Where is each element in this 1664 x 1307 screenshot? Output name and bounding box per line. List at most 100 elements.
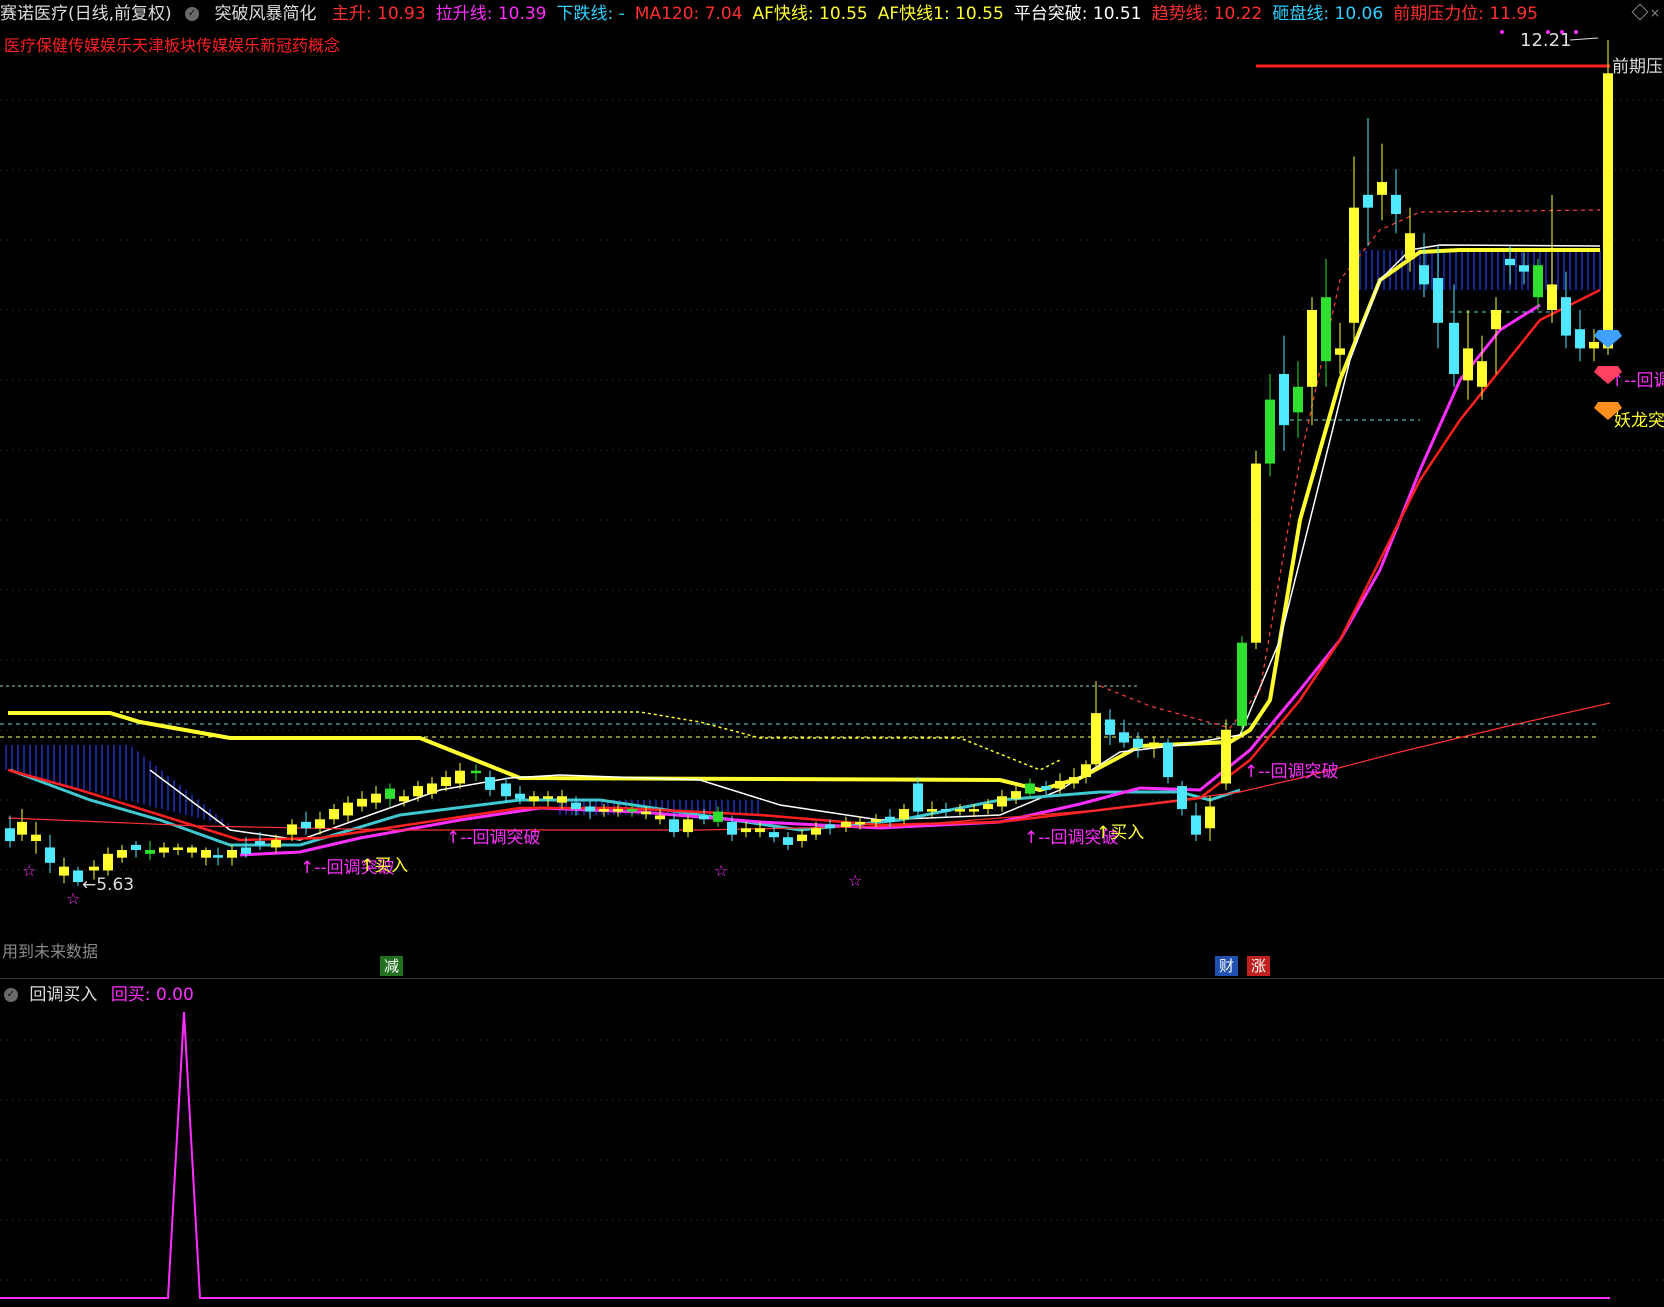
metric-5: AF快线1: 10.55 xyxy=(877,4,1004,24)
candle-body xyxy=(1251,463,1261,643)
metric-2: 下跌线: - xyxy=(556,4,625,24)
chart-header: 赛诺医疗(日线,前复权) ✓ 突破风暴简化 主升: 10.93 拉升线: 10.3… xyxy=(0,0,1664,28)
high-price-label: 12.21 xyxy=(1520,30,1572,51)
candle-body xyxy=(613,809,623,812)
tag-jian[interactable]: 减 xyxy=(380,956,404,976)
indicator-toggle-icon[interactable]: ✓ xyxy=(185,7,200,21)
sub-indicator-value: 回买: 0.00 xyxy=(110,985,194,1005)
candle-body xyxy=(1449,322,1459,374)
candle-body xyxy=(427,783,437,794)
candle-body xyxy=(913,783,923,812)
candle-body xyxy=(315,819,325,829)
candle-body xyxy=(31,834,41,842)
candle-body xyxy=(89,866,99,871)
candle-body xyxy=(5,828,15,842)
candle-body xyxy=(117,850,127,858)
candle-body xyxy=(1279,373,1289,426)
candle-body xyxy=(1391,194,1401,215)
candle-body xyxy=(1405,233,1415,259)
metric-3: MA120: 7.04 xyxy=(634,4,743,24)
candle-body xyxy=(357,798,367,807)
candle-body xyxy=(1221,729,1231,784)
candle-body xyxy=(1265,399,1275,464)
magenta-line xyxy=(239,303,1541,857)
candle-body xyxy=(769,832,779,838)
candle-body xyxy=(441,777,451,787)
candle-body xyxy=(899,809,909,820)
signal-dot xyxy=(1546,30,1550,34)
candle-body xyxy=(1307,310,1317,387)
candle-body xyxy=(797,834,807,842)
candle-body xyxy=(1463,348,1473,381)
candle-body xyxy=(173,847,183,851)
demon-dragon-label: 妖龙突 xyxy=(1614,411,1664,431)
candle-body xyxy=(159,847,169,853)
candle-body xyxy=(399,796,409,802)
tag-zhang[interactable]: 涨 xyxy=(1247,956,1271,976)
candle-body xyxy=(271,839,281,848)
candle-body xyxy=(1491,310,1501,330)
metric-6: 平台突破: 10.51 xyxy=(1013,4,1142,24)
main-price-chart[interactable]: 12.21前期压←5.63↑--回调突破↑--回调突破 ↑--回调突破↑--回调突… xyxy=(0,0,1664,978)
candle-body xyxy=(1191,815,1201,835)
candle-body xyxy=(1505,258,1515,266)
candle-body xyxy=(585,806,595,812)
candle-body xyxy=(1205,806,1215,829)
star-marker-3: ☆ xyxy=(848,871,862,890)
sub-indicator-name[interactable]: 回调买入 xyxy=(29,985,97,1005)
candle-body xyxy=(1293,386,1303,413)
candle-body xyxy=(755,828,765,833)
candle-body xyxy=(455,770,465,784)
candle-body xyxy=(213,855,223,858)
candle-body xyxy=(529,796,539,802)
candle-body xyxy=(641,811,651,815)
buy-label-2: ↑买入 xyxy=(1096,823,1144,843)
signal-dot xyxy=(1560,30,1564,34)
candle-body xyxy=(1603,73,1613,349)
candle-body xyxy=(1011,791,1021,799)
candle-body xyxy=(571,802,581,810)
candle-body xyxy=(1041,786,1051,790)
ma120-line xyxy=(7,702,1611,831)
candle-body xyxy=(885,816,895,822)
candle-body xyxy=(1335,348,1345,355)
pullback-buy-signal-line xyxy=(0,1011,1610,1299)
candle-body xyxy=(811,828,821,835)
pressure-label: 前期压 xyxy=(1612,57,1663,77)
candle-body xyxy=(187,847,197,853)
candle-body xyxy=(741,828,751,833)
candle-body xyxy=(1433,278,1443,323)
candle-body xyxy=(343,802,353,816)
candle-body xyxy=(825,824,835,829)
sub-indicator-chart[interactable] xyxy=(0,980,1664,1307)
yellow-dotted-line xyxy=(120,711,1061,771)
candle-body xyxy=(669,819,679,833)
candle-body xyxy=(997,796,1007,807)
candle-body xyxy=(1091,713,1101,765)
candle-body xyxy=(59,866,69,876)
low-price-label: ←5.63 xyxy=(82,875,134,895)
candle-body xyxy=(1589,341,1599,349)
metric-7: 趋势线: 10.22 xyxy=(1151,4,1263,24)
white-line xyxy=(149,244,1601,841)
candle-body xyxy=(969,809,979,812)
close-icon[interactable]: × xyxy=(1650,6,1660,20)
sub-indicator-toggle-icon[interactable]: ✓ xyxy=(4,988,18,1002)
panel-divider[interactable] xyxy=(0,978,1664,979)
candle-body xyxy=(1561,297,1571,336)
candle-body xyxy=(955,809,965,812)
tag-cai[interactable]: 财 xyxy=(1215,956,1239,976)
candle-body xyxy=(871,819,881,822)
pullback-breakout-label-4: ↑--回调突破 xyxy=(1244,762,1339,782)
sub-panel-header: ✓ 回调买入 回买: 0.00 xyxy=(0,982,194,1008)
candle-body xyxy=(1321,297,1331,362)
candle-body xyxy=(841,821,851,827)
candle-body xyxy=(727,821,737,835)
candle-body xyxy=(1477,361,1487,387)
metric-8: 砸盘线: 10.06 xyxy=(1272,4,1384,24)
indicator-name[interactable]: 突破风暴简化 xyxy=(214,4,316,24)
candle-body xyxy=(1237,642,1247,726)
candle-body xyxy=(855,821,865,825)
candle-body xyxy=(413,786,423,797)
stock-title: 赛诺医疗(日线,前复权) xyxy=(0,4,172,24)
